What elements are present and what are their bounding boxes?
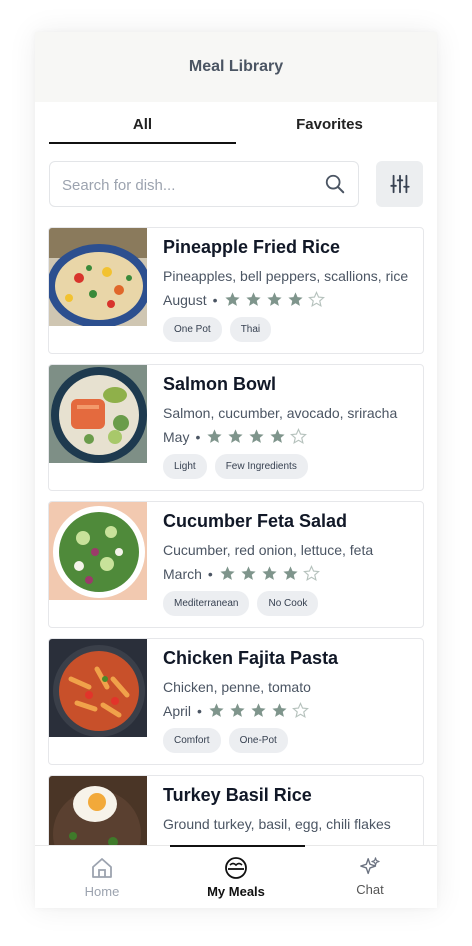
- rating-stars: [224, 291, 329, 308]
- star-filled-icon: [241, 566, 256, 580]
- meal-month: August: [163, 291, 207, 308]
- meal-ingredients: Ground turkey, basil, egg, chili flakes: [163, 816, 391, 832]
- meal-title: Salmon Bowl: [163, 374, 277, 394]
- star-filled-icon: [224, 292, 240, 306]
- nav-home[interactable]: Home: [35, 846, 169, 908]
- nav-home-label: Home: [84, 884, 120, 899]
- star-filled-icon: [287, 292, 303, 306]
- meal-month: March: [163, 565, 202, 582]
- nav-my-meals-label: My Meals: [207, 884, 265, 899]
- star-filled-icon: [249, 429, 264, 443]
- meal-title: Chicken Fajita Pasta: [163, 648, 339, 668]
- filter-button[interactable]: [376, 161, 423, 207]
- star-filled-icon: [262, 566, 277, 580]
- search-icon[interactable]: [324, 173, 346, 195]
- meal-card[interactable]: Pineapple Fried Rice Pineapples, bell pe…: [48, 227, 424, 354]
- rating-stars: [208, 702, 313, 719]
- meal-card[interactable]: Chicken Fajita Pasta Chicken, penne, tom…: [48, 638, 424, 765]
- meal-photo: [49, 502, 147, 600]
- bowl-icon: [225, 857, 247, 879]
- meal-title: Turkey Basil Rice: [163, 785, 312, 805]
- nav-chat[interactable]: Chat: [303, 846, 437, 908]
- sparkle-icon: [360, 857, 380, 875]
- meal-month: May: [163, 428, 190, 445]
- tab-all[interactable]: All: [49, 108, 236, 144]
- meal-card[interactable]: Cucumber Feta Salad Cucumber, red onion,…: [48, 501, 424, 628]
- star-empty-icon: [290, 428, 308, 445]
- bottom-nav: Home My Meals Chat: [35, 845, 437, 908]
- star-empty-icon: [291, 702, 309, 719]
- star-filled-icon: [245, 292, 261, 306]
- star-filled-icon: [266, 292, 282, 306]
- tag-chip[interactable]: One-Pot: [228, 728, 288, 753]
- tag-chip[interactable]: Mediterranean: [163, 591, 250, 616]
- star-filled-icon: [209, 703, 224, 717]
- star-empty-icon: [307, 291, 325, 308]
- search-input[interactable]: [50, 162, 324, 208]
- meal-ingredients: Salmon, cucumber, avocado, sriracha: [163, 405, 398, 421]
- tag-chip[interactable]: Thai: [229, 317, 272, 342]
- tab-favorites[interactable]: Favorites: [236, 108, 423, 144]
- meal-month: April: [163, 702, 192, 719]
- nav-chat-label: Chat: [356, 882, 384, 897]
- meal-title: Cucumber Feta Salad: [163, 511, 348, 531]
- tag-chip[interactable]: Light: [163, 454, 207, 479]
- nav-my-meals[interactable]: My Meals: [169, 846, 303, 908]
- tag-chip[interactable]: Few Ingredients: [214, 454, 308, 479]
- star-filled-icon: [270, 429, 285, 443]
- meal-title: Pineapple Fried Rice: [163, 237, 341, 257]
- star-empty-icon: [302, 565, 320, 582]
- meal-ingredients: Cucumber, red onion, lettuce, feta: [163, 542, 374, 558]
- star-filled-icon: [228, 429, 243, 443]
- app-frame: Meal Library All Favorites Search for di…: [35, 32, 437, 908]
- meal-ingredients: Pineapples, bell peppers, scallions, ric…: [163, 268, 409, 284]
- meal-photo: [49, 365, 147, 463]
- star-filled-icon: [207, 429, 222, 443]
- active-indicator: [170, 845, 305, 847]
- star-filled-icon: [220, 566, 235, 580]
- page-header: Meal Library: [35, 32, 437, 102]
- meal-ingredients: Chicken, penne, tomato: [163, 679, 311, 695]
- rating-stars: [219, 565, 324, 582]
- star-filled-icon: [251, 703, 266, 717]
- sliders-icon: [389, 174, 410, 194]
- meal-card[interactable]: Salmon Bowl Salmon, cucumber, avocado, s…: [48, 364, 424, 491]
- page-title: Meal Library: [188, 58, 284, 75]
- star-filled-icon: [272, 703, 287, 717]
- tag-chip[interactable]: No Cook: [257, 591, 319, 616]
- search-box: [49, 161, 359, 208]
- rating-stars: [206, 428, 311, 445]
- meal-photo: [49, 639, 147, 737]
- tab-bar: All Favorites: [49, 108, 423, 144]
- home-icon: [92, 858, 112, 878]
- tag-chip[interactable]: One Pot: [163, 317, 222, 342]
- star-filled-icon: [230, 703, 245, 717]
- meal-photo: [49, 228, 147, 326]
- star-filled-icon: [283, 566, 298, 580]
- tag-chip[interactable]: Comfort: [163, 728, 221, 753]
